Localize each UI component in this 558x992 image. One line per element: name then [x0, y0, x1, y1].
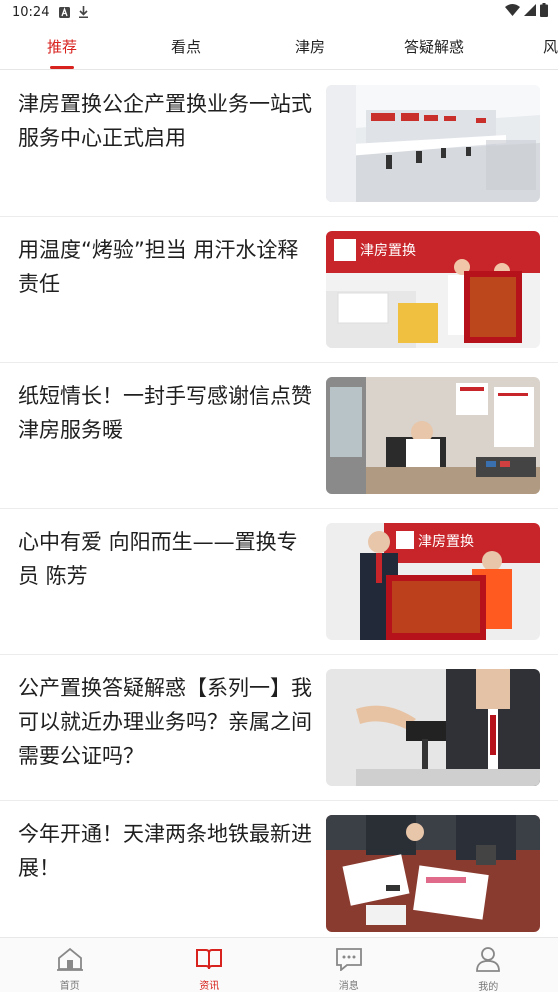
signal-icon	[524, 4, 536, 16]
nav-messages[interactable]: 消息	[279, 938, 419, 992]
news-title: 公产置换答疑解惑【系列一】我可以就近办理业务吗？亲属之间需要公证吗？	[18, 676, 312, 768]
news-title: 今年开通！天津两条地铁最新进展！	[18, 822, 312, 880]
news-title: 心中有爱 向阳而生——置换专员 陈芳	[18, 530, 298, 588]
status-bar: 10:24	[0, 0, 558, 24]
news-list: 津房置换公企产置换业务一站式服务中心正式启用 用温度“烤验”担当 用汗水诠释责任…	[0, 71, 558, 947]
image-brand-text: 津房置换	[360, 242, 416, 259]
nav-news-label: 资讯	[199, 981, 220, 992]
tab-qa[interactable]: 答疑解惑	[404, 36, 464, 57]
nav-profile[interactable]: 我的	[419, 938, 558, 992]
news-thumbnail: 津房置换	[326, 231, 540, 348]
message-icon	[335, 946, 363, 971]
download-icon	[79, 6, 89, 18]
bottom-navigation: 首页 资讯 消息 我的	[0, 937, 558, 992]
battery-icon	[540, 3, 548, 17]
news-item[interactable]: 今年开通！天津两条地铁最新进展！	[0, 801, 558, 947]
news-item[interactable]: 公产置换答疑解惑【系列一】我可以就近办理业务吗？亲属之间需要公证吗？	[0, 655, 558, 801]
news-item[interactable]: 心中有爱 向阳而生——置换专员 陈芳 津房置换	[0, 509, 558, 655]
tab-highlights[interactable]: 看点	[171, 36, 201, 57]
user-icon	[474, 946, 502, 972]
tab-partial[interactable]: 风	[543, 36, 558, 57]
news-thumbnail	[326, 669, 540, 786]
news-thumbnail	[326, 815, 540, 932]
active-tab-indicator	[50, 66, 74, 69]
news-title: 纸短情长！一封手写感谢信点赞津房服务暖	[18, 384, 312, 442]
news-title: 用温度“烤验”担当 用汗水诠释责任	[18, 238, 299, 296]
news-thumbnail	[326, 377, 540, 494]
image-brand-text: 津房置换	[418, 533, 474, 550]
news-item[interactable]: 津房置换公企产置换业务一站式服务中心正式启用	[0, 71, 558, 217]
nav-home-label: 首页	[59, 981, 80, 992]
nav-home[interactable]: 首页	[0, 938, 140, 992]
tab-jinfang[interactable]: 津房	[295, 36, 325, 57]
news-item[interactable]: 用温度“烤验”担当 用汗水诠释责任 津房置换	[0, 217, 558, 363]
nav-profile-label: 我的	[478, 982, 499, 992]
wifi-icon	[505, 4, 520, 16]
news-item[interactable]: 纸短情长！一封手写感谢信点赞津房服务暖	[0, 363, 558, 509]
book-icon	[195, 946, 223, 971]
news-thumbnail	[326, 85, 540, 202]
home-icon	[56, 946, 84, 971]
tab-recommend[interactable]: 推荐	[47, 36, 77, 57]
nav-messages-label: 消息	[338, 981, 359, 992]
nav-news[interactable]: 资讯	[140, 938, 280, 992]
status-time: 10:24	[12, 4, 50, 20]
news-thumbnail: 津房置换	[326, 523, 540, 640]
news-title: 津房置换公企产置换业务一站式服务中心正式启用	[18, 92, 312, 150]
category-tab-bar: 推荐 看点 津房 答疑解惑 风	[0, 24, 558, 70]
notification-a-icon	[59, 6, 71, 18]
